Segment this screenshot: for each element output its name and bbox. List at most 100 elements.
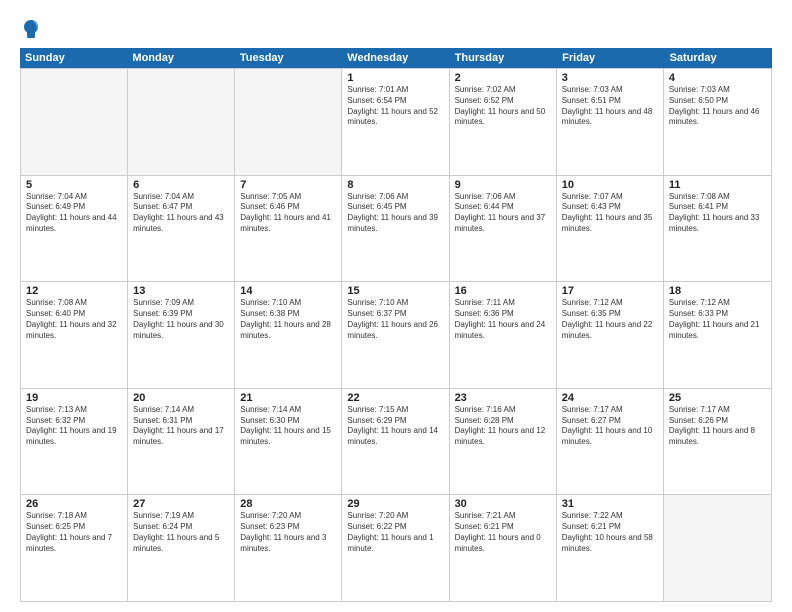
day-number: 29: [347, 498, 443, 510]
day-info: Sunrise: 7:03 AM Sunset: 6:51 PM Dayligh…: [562, 85, 658, 128]
day-number: 21: [240, 392, 336, 404]
calendar-cell: 18Sunrise: 7:12 AM Sunset: 6:33 PM Dayli…: [664, 282, 771, 388]
day-info: Sunrise: 7:12 AM Sunset: 6:35 PM Dayligh…: [562, 298, 658, 341]
calendar-cell: 19Sunrise: 7:13 AM Sunset: 6:32 PM Dayli…: [21, 389, 128, 495]
calendar: SundayMondayTuesdayWednesdayThursdayFrid…: [20, 48, 772, 602]
day-number: 9: [455, 179, 551, 191]
day-info: Sunrise: 7:09 AM Sunset: 6:39 PM Dayligh…: [133, 298, 229, 341]
day-number: 7: [240, 179, 336, 191]
logo-icon: [20, 18, 42, 40]
calendar-cell: 21Sunrise: 7:14 AM Sunset: 6:30 PM Dayli…: [235, 389, 342, 495]
calendar-cell: 16Sunrise: 7:11 AM Sunset: 6:36 PM Dayli…: [450, 282, 557, 388]
day-info: Sunrise: 7:06 AM Sunset: 6:44 PM Dayligh…: [455, 192, 551, 235]
calendar-row: 5Sunrise: 7:04 AM Sunset: 6:49 PM Daylig…: [21, 176, 771, 283]
day-info: Sunrise: 7:11 AM Sunset: 6:36 PM Dayligh…: [455, 298, 551, 341]
day-info: Sunrise: 7:16 AM Sunset: 6:28 PM Dayligh…: [455, 405, 551, 448]
day-info: Sunrise: 7:10 AM Sunset: 6:38 PM Dayligh…: [240, 298, 336, 341]
day-number: 3: [562, 72, 658, 84]
calendar-cell: 12Sunrise: 7:08 AM Sunset: 6:40 PM Dayli…: [21, 282, 128, 388]
day-info: Sunrise: 7:03 AM Sunset: 6:50 PM Dayligh…: [669, 85, 766, 128]
day-number: 22: [347, 392, 443, 404]
day-info: Sunrise: 7:21 AM Sunset: 6:21 PM Dayligh…: [455, 511, 551, 554]
day-info: Sunrise: 7:17 AM Sunset: 6:27 PM Dayligh…: [562, 405, 658, 448]
weekday-header: Saturday: [665, 48, 772, 68]
day-info: Sunrise: 7:06 AM Sunset: 6:45 PM Dayligh…: [347, 192, 443, 235]
calendar-cell: 6Sunrise: 7:04 AM Sunset: 6:47 PM Daylig…: [128, 176, 235, 282]
day-number: 5: [26, 179, 122, 191]
day-number: 4: [669, 72, 766, 84]
calendar-cell: [664, 495, 771, 601]
day-info: Sunrise: 7:18 AM Sunset: 6:25 PM Dayligh…: [26, 511, 122, 554]
day-info: Sunrise: 7:04 AM Sunset: 6:47 PM Dayligh…: [133, 192, 229, 235]
day-info: Sunrise: 7:22 AM Sunset: 6:21 PM Dayligh…: [562, 511, 658, 554]
day-info: Sunrise: 7:01 AM Sunset: 6:54 PM Dayligh…: [347, 85, 443, 128]
calendar-cell: 9Sunrise: 7:06 AM Sunset: 6:44 PM Daylig…: [450, 176, 557, 282]
calendar-row: 26Sunrise: 7:18 AM Sunset: 6:25 PM Dayli…: [21, 495, 771, 601]
day-number: 10: [562, 179, 658, 191]
calendar-cell: 5Sunrise: 7:04 AM Sunset: 6:49 PM Daylig…: [21, 176, 128, 282]
day-info: Sunrise: 7:19 AM Sunset: 6:24 PM Dayligh…: [133, 511, 229, 554]
day-number: 17: [562, 285, 658, 297]
day-info: Sunrise: 7:07 AM Sunset: 6:43 PM Dayligh…: [562, 192, 658, 235]
calendar-cell: 28Sunrise: 7:20 AM Sunset: 6:23 PM Dayli…: [235, 495, 342, 601]
day-number: 24: [562, 392, 658, 404]
weekday-header: Wednesday: [342, 48, 449, 68]
day-number: 23: [455, 392, 551, 404]
calendar-cell: [128, 69, 235, 175]
day-number: 6: [133, 179, 229, 191]
weekday-header: Monday: [127, 48, 234, 68]
day-number: 27: [133, 498, 229, 510]
day-info: Sunrise: 7:10 AM Sunset: 6:37 PM Dayligh…: [347, 298, 443, 341]
page-header: [20, 18, 772, 40]
day-number: 26: [26, 498, 122, 510]
day-info: Sunrise: 7:08 AM Sunset: 6:40 PM Dayligh…: [26, 298, 122, 341]
calendar-cell: 31Sunrise: 7:22 AM Sunset: 6:21 PM Dayli…: [557, 495, 664, 601]
day-number: 8: [347, 179, 443, 191]
day-number: 11: [669, 179, 766, 191]
calendar-cell: 3Sunrise: 7:03 AM Sunset: 6:51 PM Daylig…: [557, 69, 664, 175]
calendar-row: 19Sunrise: 7:13 AM Sunset: 6:32 PM Dayli…: [21, 389, 771, 496]
day-number: 12: [26, 285, 122, 297]
day-info: Sunrise: 7:15 AM Sunset: 6:29 PM Dayligh…: [347, 405, 443, 448]
day-number: 18: [669, 285, 766, 297]
calendar-cell: 24Sunrise: 7:17 AM Sunset: 6:27 PM Dayli…: [557, 389, 664, 495]
calendar-cell: 26Sunrise: 7:18 AM Sunset: 6:25 PM Dayli…: [21, 495, 128, 601]
calendar-cell: 2Sunrise: 7:02 AM Sunset: 6:52 PM Daylig…: [450, 69, 557, 175]
logo: [20, 18, 46, 40]
day-info: Sunrise: 7:20 AM Sunset: 6:22 PM Dayligh…: [347, 511, 443, 554]
day-info: Sunrise: 7:05 AM Sunset: 6:46 PM Dayligh…: [240, 192, 336, 235]
day-number: 20: [133, 392, 229, 404]
calendar-cell: 22Sunrise: 7:15 AM Sunset: 6:29 PM Dayli…: [342, 389, 449, 495]
day-number: 15: [347, 285, 443, 297]
calendar-cell: [21, 69, 128, 175]
calendar-body: 1Sunrise: 7:01 AM Sunset: 6:54 PM Daylig…: [21, 69, 771, 601]
calendar-row: 1Sunrise: 7:01 AM Sunset: 6:54 PM Daylig…: [21, 69, 771, 176]
day-info: Sunrise: 7:04 AM Sunset: 6:49 PM Dayligh…: [26, 192, 122, 235]
calendar-cell: 25Sunrise: 7:17 AM Sunset: 6:26 PM Dayli…: [664, 389, 771, 495]
calendar-cell: 14Sunrise: 7:10 AM Sunset: 6:38 PM Dayli…: [235, 282, 342, 388]
calendar-cell: 15Sunrise: 7:10 AM Sunset: 6:37 PM Dayli…: [342, 282, 449, 388]
day-info: Sunrise: 7:14 AM Sunset: 6:31 PM Dayligh…: [133, 405, 229, 448]
day-info: Sunrise: 7:17 AM Sunset: 6:26 PM Dayligh…: [669, 405, 766, 448]
day-info: Sunrise: 7:14 AM Sunset: 6:30 PM Dayligh…: [240, 405, 336, 448]
calendar-cell: 17Sunrise: 7:12 AM Sunset: 6:35 PM Dayli…: [557, 282, 664, 388]
weekday-header: Thursday: [450, 48, 557, 68]
day-info: Sunrise: 7:20 AM Sunset: 6:23 PM Dayligh…: [240, 511, 336, 554]
calendar-cell: 11Sunrise: 7:08 AM Sunset: 6:41 PM Dayli…: [664, 176, 771, 282]
day-info: Sunrise: 7:12 AM Sunset: 6:33 PM Dayligh…: [669, 298, 766, 341]
calendar-cell: 4Sunrise: 7:03 AM Sunset: 6:50 PM Daylig…: [664, 69, 771, 175]
day-number: 1: [347, 72, 443, 84]
day-info: Sunrise: 7:08 AM Sunset: 6:41 PM Dayligh…: [669, 192, 766, 235]
calendar-cell: 29Sunrise: 7:20 AM Sunset: 6:22 PM Dayli…: [342, 495, 449, 601]
day-number: 16: [455, 285, 551, 297]
weekday-header: Sunday: [20, 48, 127, 68]
day-number: 25: [669, 392, 766, 404]
calendar-cell: [235, 69, 342, 175]
weekday-header: Tuesday: [235, 48, 342, 68]
day-info: Sunrise: 7:02 AM Sunset: 6:52 PM Dayligh…: [455, 85, 551, 128]
calendar-cell: 27Sunrise: 7:19 AM Sunset: 6:24 PM Dayli…: [128, 495, 235, 601]
day-number: 2: [455, 72, 551, 84]
calendar-cell: 1Sunrise: 7:01 AM Sunset: 6:54 PM Daylig…: [342, 69, 449, 175]
day-number: 30: [455, 498, 551, 510]
calendar-row: 12Sunrise: 7:08 AM Sunset: 6:40 PM Dayli…: [21, 282, 771, 389]
